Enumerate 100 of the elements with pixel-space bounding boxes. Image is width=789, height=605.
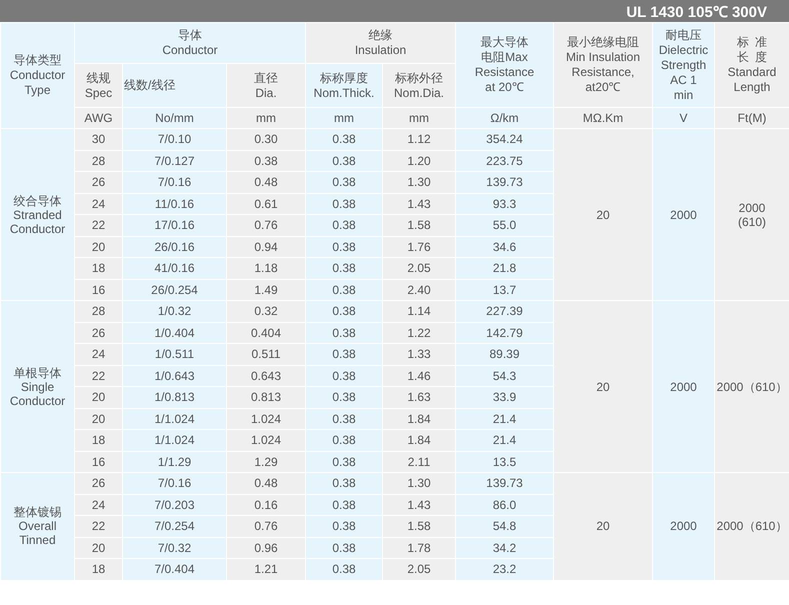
- header-cell: 线规 Spec: [74, 64, 122, 108]
- table-cell: 1.33: [382, 344, 456, 365]
- table-cell: 0.48: [226, 472, 306, 494]
- table-cell: 1.58: [382, 516, 456, 537]
- table-cell: 142.79: [456, 322, 554, 344]
- table-cell: 7/0.203: [122, 494, 226, 516]
- table-cell: 0.38: [306, 430, 383, 451]
- table-cell: 18: [74, 258, 122, 279]
- table-cell: 0.38: [306, 386, 383, 408]
- table-cell: 20: [74, 537, 122, 558]
- table-cell: 1.78: [382, 537, 456, 558]
- table-cell: 1/1.024: [122, 430, 226, 451]
- table-cell: 21.8: [456, 258, 554, 279]
- table-cell: 139.73: [456, 172, 554, 193]
- table-cell: 1.12: [382, 128, 456, 150]
- table-cell: 0.38: [306, 258, 383, 279]
- table-cell: 0.94: [226, 236, 306, 258]
- table-cell: 24: [74, 494, 122, 516]
- table-cell: 139.73: [456, 472, 554, 494]
- table-cell: 30: [74, 128, 122, 150]
- table-cell: 16: [74, 279, 122, 300]
- table-cell: 0.96: [226, 537, 306, 558]
- header-cell: 耐电压 Dielectric Strength AC 1 min: [652, 22, 715, 108]
- header-cell: 导体 Conductor: [74, 22, 306, 64]
- table-cell: 7/0.16: [122, 472, 226, 494]
- table-cell: 7/0.32: [122, 537, 226, 558]
- table-cell: 1.49: [226, 279, 306, 300]
- unit-cell: Ω/km: [456, 108, 554, 128]
- header-cell: 标称外径 Nom.Dia.: [382, 64, 456, 108]
- conductor-type-cell-text: 整体镀锡 Overall Tinned: [12, 505, 62, 548]
- table-cell: 1.30: [382, 172, 456, 193]
- table-cell: 0.38: [306, 193, 383, 214]
- table-cell: 1.76: [382, 236, 456, 258]
- table-cell: 2000: [652, 300, 715, 472]
- header-cell: 线数/线径: [122, 64, 226, 108]
- table-cell: 0.38: [306, 236, 383, 258]
- table-cell: 34.2: [456, 537, 554, 558]
- unit-cell: mm: [226, 108, 306, 128]
- table-cell: 0.32: [226, 300, 306, 322]
- table-cell: 0.643: [226, 365, 306, 386]
- table-cell: 55.0: [456, 214, 554, 236]
- table-cell: 0.76: [226, 214, 306, 236]
- table-cell: 7/0.16: [122, 172, 226, 193]
- table-cell: 0.813: [226, 386, 306, 408]
- unit-cell: V: [652, 108, 715, 128]
- table-cell: 20: [74, 408, 122, 430]
- table-cell: 21.4: [456, 430, 554, 451]
- table-cell: 0.38: [306, 150, 383, 172]
- table-cell: 2000（610）: [714, 472, 789, 580]
- table-cell: 0.38: [306, 279, 383, 300]
- table-cell: 93.3: [456, 193, 554, 214]
- table-cell: 22: [74, 365, 122, 386]
- unit-cell: AWG: [74, 108, 122, 128]
- table-cell: 0.38: [306, 537, 383, 558]
- table-cell: 0.38: [306, 472, 383, 494]
- table-cell: 0.511: [226, 344, 306, 365]
- header-cell: 直径 Dia.: [226, 64, 306, 108]
- table-cell: 13.5: [456, 451, 554, 472]
- table-cell: 1.024: [226, 430, 306, 451]
- table-cell: 1/0.32: [122, 300, 226, 322]
- table-cell: 0.404: [226, 322, 306, 344]
- table-cell: 1/0.511: [122, 344, 226, 365]
- table-cell: 2.11: [382, 451, 456, 472]
- table-cell: 1/0.813: [122, 386, 226, 408]
- table-cell: 26: [74, 172, 122, 193]
- table-cell: 33.9: [456, 386, 554, 408]
- table-cell: 2.05: [382, 258, 456, 279]
- table-cell: 1.58: [382, 214, 456, 236]
- table-cell: 2000 (610): [714, 128, 789, 300]
- table-cell: 0.38: [306, 494, 383, 516]
- table-cell: 24: [74, 193, 122, 214]
- table-cell: 26/0.16: [122, 236, 226, 258]
- table-cell: 2000: [652, 128, 715, 300]
- table-cell: 16: [74, 451, 122, 472]
- table-cell: 89.39: [456, 344, 554, 365]
- conductor-type-cell-text: 绞合导体 Stranded Conductor: [8, 194, 66, 236]
- table-cell: 7/0.404: [122, 558, 226, 580]
- table-cell: 26: [74, 472, 122, 494]
- table-cell: 0.38: [306, 451, 383, 472]
- table-cell: 0.38: [226, 150, 306, 172]
- table-cell: 1.84: [382, 408, 456, 430]
- table-cell: 26/0.254: [122, 279, 226, 300]
- table-cell: 18: [74, 558, 122, 580]
- table-cell: 0.76: [226, 516, 306, 537]
- table-cell: 26: [74, 322, 122, 344]
- table-cell: 7/0.127: [122, 150, 226, 172]
- table-cell: 0.38: [306, 172, 383, 193]
- table-cell: 7/0.10: [122, 128, 226, 150]
- table-cell: 0.38: [306, 322, 383, 344]
- header-cell: 绝缘 Insulation: [306, 22, 456, 64]
- header-cell: 标称厚度 Nom.Thick.: [306, 64, 383, 108]
- table-cell: 0.38: [306, 365, 383, 386]
- table-cell: 0.30: [226, 128, 306, 150]
- table-cell: 0.48: [226, 172, 306, 193]
- conductor-type-cell-text: 单根导体Single Conductor: [8, 366, 66, 408]
- header-cell: 最小绝缘电阻 Min Insulation Resistance, at20℃: [554, 22, 653, 108]
- table-cell: 2000（610）: [714, 300, 789, 472]
- table-cell: 227.39: [456, 300, 554, 322]
- table-cell: 1/1.29: [122, 451, 226, 472]
- table-cell: 28: [74, 300, 122, 322]
